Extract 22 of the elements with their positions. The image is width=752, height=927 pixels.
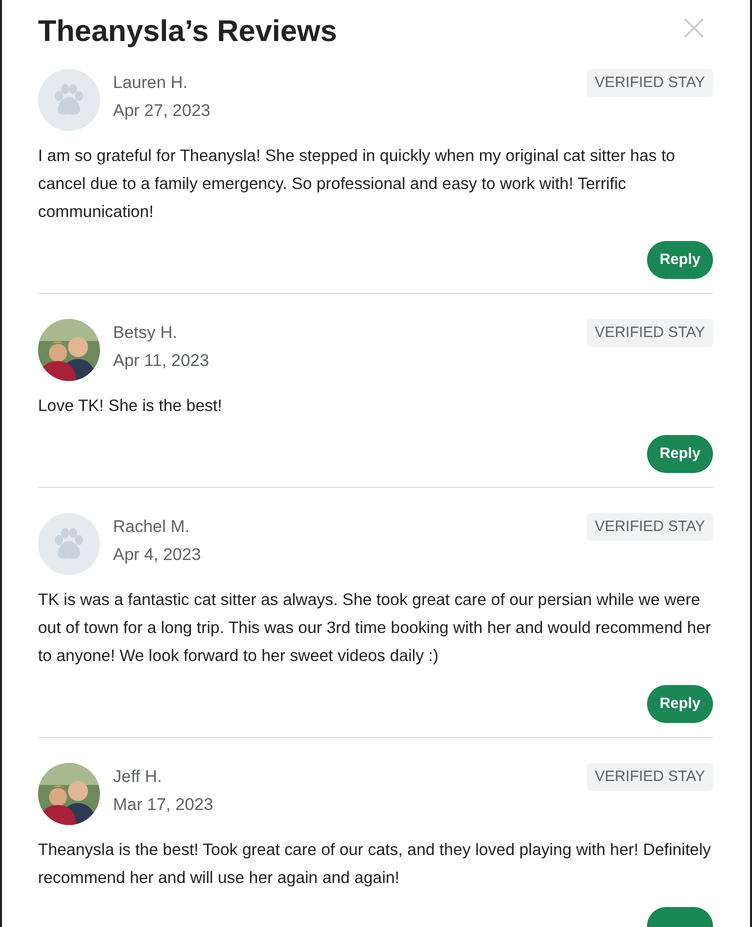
reviewer-name: Betsy H. [113,322,178,344]
verified-badge: VERIFIED STAY [586,319,713,347]
verified-badge: VERIFIED STAY [586,513,713,541]
reply-button[interactable]: Reply [647,685,713,723]
verified-badge: VERIFIED STAY [586,763,713,791]
reviewer-name: Rachel M. [113,516,191,538]
review-date: Apr 4, 2023 [113,544,202,566]
review-text: Love TK! She is the best! [38,396,224,417]
review-date: Mar 17, 2023 [113,794,214,816]
paw-avatar-icon [38,513,100,575]
reviewer-name: Lauren H. [113,72,189,94]
dialog-title: Theanysla’s Reviews [38,14,338,50]
review-date: Apr 11, 2023 [113,350,210,372]
verified-badge: VERIFIED STAY [586,69,713,97]
reply-button[interactable]: Reply [647,435,713,473]
review-text: Theanysla is the best! Took great care of our cats, and they loved playing with her! Definitely recommend her and will use her again and again! [38,840,712,889]
review-text: I am so grateful for Theanysla! She stepped in quickly when my original cat sitter has to cancel due to a family emergency. So professional and easy to work with! Terrific communication! [38,146,676,223]
reply-button[interactable]: Reply [647,241,713,279]
paw-avatar-icon [38,69,100,131]
review-date: Apr 27, 2023 [113,100,212,122]
reviewer-name: Jeff H. [113,766,163,788]
review-text: TK is was a fantastic cat sitter as always. She took great care of our persian while we were out of town for a long trip. This was our 3rd time booking with her and would recommend her to anyone! We look forward to her sweet videos daily :) [38,590,712,667]
